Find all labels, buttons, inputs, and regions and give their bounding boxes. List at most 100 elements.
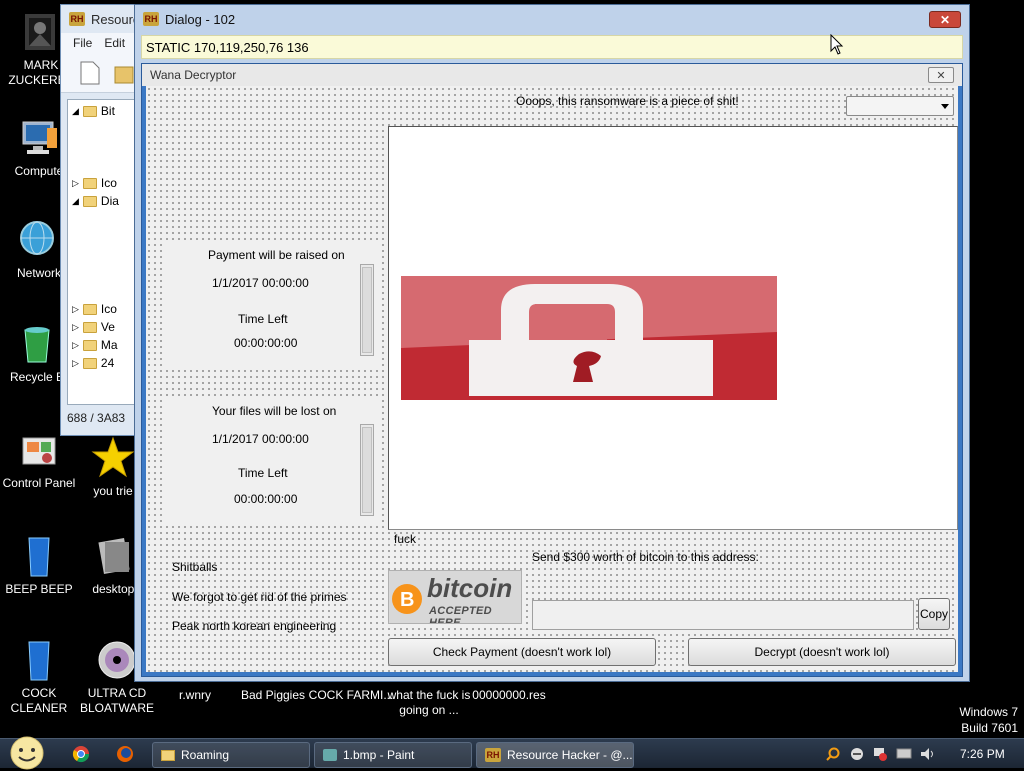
tree-item[interactable]: ◢ Dia bbox=[72, 192, 119, 210]
tree-label: 24 bbox=[100, 356, 115, 370]
form-title: Wana Decryptor bbox=[150, 68, 237, 82]
desktop-icon-what[interactable]: what the fuck is going on ... bbox=[386, 688, 472, 718]
desktop-icon-label: BEEP BEEP bbox=[5, 582, 73, 596]
minus-circle-icon[interactable] bbox=[850, 747, 864, 761]
payment-scrollbar[interactable] bbox=[360, 264, 374, 356]
send-instruction: Send $300 worth of bitcoin to this addre… bbox=[532, 550, 759, 564]
payment-raise-panel: Payment will be raised on 1/1/2017 00:00… bbox=[162, 242, 378, 366]
tree-item[interactable]: ▷ Ve bbox=[72, 318, 115, 336]
form-canvas: Ooops, this ransomware is a piece of shi… bbox=[146, 86, 958, 672]
desktop-icon-label: what the fuck is going on ... bbox=[387, 688, 471, 717]
windows-version-line1: Windows 7 bbox=[959, 705, 1018, 719]
windows-version-line2: Build 7601 bbox=[961, 721, 1018, 735]
task-resource-hacker[interactable]: RH Resource Hacker - @... bbox=[476, 742, 634, 768]
dialog-title: Dialog - 102 bbox=[165, 11, 236, 27]
form-close-button[interactable]: ✕ bbox=[928, 67, 954, 83]
files-lost-label: Your files will be lost on bbox=[212, 404, 337, 418]
time-left-value: 00:00:00:00 bbox=[234, 336, 298, 350]
desktop-icon-res[interactable]: 00000000.res bbox=[464, 688, 554, 703]
desktop-icon-label: COCK CLEANER bbox=[10, 686, 68, 715]
folder-icon bbox=[82, 105, 97, 117]
volume-icon[interactable] bbox=[920, 747, 936, 761]
payment-raise-date: 1/1/2017 00:00:00 bbox=[212, 276, 309, 290]
folder-icon bbox=[82, 195, 97, 207]
header-text: Ooops, this ransomware is a piece of shi… bbox=[516, 94, 739, 108]
open-folder-icon[interactable] bbox=[113, 61, 135, 85]
folder-icon bbox=[82, 339, 97, 351]
files-lost-panel: Your files will be lost on 1/1/2017 00:0… bbox=[162, 398, 378, 522]
scrollbar-thumb[interactable] bbox=[362, 267, 372, 353]
tree-item[interactable]: ◢ Bit bbox=[72, 102, 115, 120]
payment-raise-label: Payment will be raised on bbox=[208, 248, 345, 262]
task-roaming[interactable]: Roaming bbox=[152, 742, 310, 768]
menu-edit[interactable]: Edit bbox=[104, 36, 125, 50]
desktop-icon-bad-piggies[interactable]: Bad Piggies bbox=[228, 688, 318, 703]
bitcoin-subtitle: ACCEPTED HERE bbox=[429, 605, 492, 624]
start-button[interactable] bbox=[8, 735, 46, 771]
desktop-icon-label: ULTRA CD BLOATWARE bbox=[79, 686, 154, 715]
user-folder-icon bbox=[19, 10, 63, 54]
tree-item[interactable]: ▷ Ma bbox=[72, 336, 118, 354]
rh-logo-icon: RH bbox=[69, 12, 85, 26]
tree-item[interactable]: ▷ Ico bbox=[72, 300, 117, 318]
desktop: MARK ZUCKERBE Compute Network Recycle B … bbox=[0, 0, 1024, 738]
time-left-label: Time Left bbox=[238, 466, 288, 480]
bitcoin-address-field[interactable] bbox=[532, 600, 914, 630]
side-text-2: We forgot to get rid of the primes bbox=[172, 590, 347, 604]
close-icon: ✕ bbox=[936, 69, 946, 82]
search-icon[interactable] bbox=[826, 747, 840, 761]
dialog-window[interactable]: RH Dialog - 102 ✕ STATIC 170,119,250,76 … bbox=[134, 4, 970, 682]
desktop-icon-label: Control Panel bbox=[2, 476, 76, 490]
ransom-image-box bbox=[388, 126, 958, 530]
check-payment-label: Check Payment (doesn't work lol) bbox=[432, 645, 612, 659]
folder-icon bbox=[161, 749, 175, 761]
check-payment-button[interactable]: Check Payment (doesn't work lol) bbox=[388, 638, 656, 666]
side-text-3: Peak north korean engineering bbox=[172, 619, 337, 633]
rh-title: Resourc bbox=[91, 11, 140, 27]
tree-item[interactable]: ▷ Ico bbox=[72, 174, 117, 192]
desktop-icon-rwnry[interactable]: r.wnry bbox=[150, 688, 240, 703]
menu-file[interactable]: File bbox=[73, 36, 92, 50]
language-combobox[interactable] bbox=[846, 96, 954, 116]
tree-item[interactable]: ▷ 24 bbox=[72, 354, 114, 372]
form-titlebar[interactable]: Wana Decryptor bbox=[142, 64, 962, 86]
chevron-down-icon bbox=[941, 104, 949, 109]
desktop-icon-control-panel[interactable]: Control Panel bbox=[0, 428, 80, 491]
dialog-close-button[interactable]: ✕ bbox=[929, 11, 961, 28]
folder-icon bbox=[82, 321, 97, 333]
tree-label: Ico bbox=[100, 176, 117, 190]
taskbar: Roaming 1.bmp - Paint RH Resource Hacker … bbox=[0, 735, 1024, 771]
dialog-titlebar[interactable]: RH Dialog - 102 bbox=[135, 5, 969, 33]
chrome-icon[interactable] bbox=[72, 745, 90, 763]
file-icon bbox=[93, 534, 137, 578]
copy-button-label: Copy bbox=[919, 607, 948, 621]
decrypt-button[interactable]: Decrypt (doesn't work lol) bbox=[688, 638, 956, 666]
lock-icon bbox=[401, 276, 777, 400]
scrollbar-thumb[interactable] bbox=[362, 427, 372, 513]
copy-button[interactable]: Copy bbox=[918, 598, 950, 630]
flag-error-icon[interactable] bbox=[872, 747, 888, 761]
files-lost-date: 1/1/2017 00:00:00 bbox=[212, 432, 309, 446]
clock[interactable]: 7:26 PM bbox=[960, 747, 1005, 761]
control-panel-icon bbox=[17, 428, 61, 472]
time-left-value: 00:00:00:00 bbox=[234, 492, 298, 506]
task-paint[interactable]: 1.bmp - Paint bbox=[314, 742, 472, 768]
desktop-icon-beep[interactable]: BEEP BEEP bbox=[0, 534, 80, 597]
task-label: 1.bmp - Paint bbox=[343, 748, 415, 762]
tree-label: Ico bbox=[100, 302, 117, 316]
system-tray: 7:26 PM bbox=[816, 739, 1024, 769]
desktop-icon-cock-farmi[interactable]: COCK FARMI... bbox=[306, 688, 396, 703]
tree-label: Ma bbox=[100, 338, 118, 352]
desktop-icon-cock-cleaner[interactable]: COCK CLEANER bbox=[0, 638, 80, 716]
wana-decryptor-form: Wana Decryptor ✕ Ooops, this ransomware … bbox=[141, 63, 963, 677]
lost-scrollbar[interactable] bbox=[360, 424, 374, 516]
close-icon: ✕ bbox=[939, 12, 951, 27]
cd-icon bbox=[95, 638, 139, 682]
network-tray-icon[interactable] bbox=[896, 747, 912, 761]
firefox-icon[interactable] bbox=[116, 745, 134, 763]
fuck-label: fuck bbox=[394, 532, 417, 546]
task-label: Roaming bbox=[181, 748, 230, 762]
bitcoin-word: bitcoin bbox=[427, 573, 513, 603]
new-file-icon[interactable] bbox=[79, 61, 101, 85]
network-icon bbox=[17, 218, 61, 262]
